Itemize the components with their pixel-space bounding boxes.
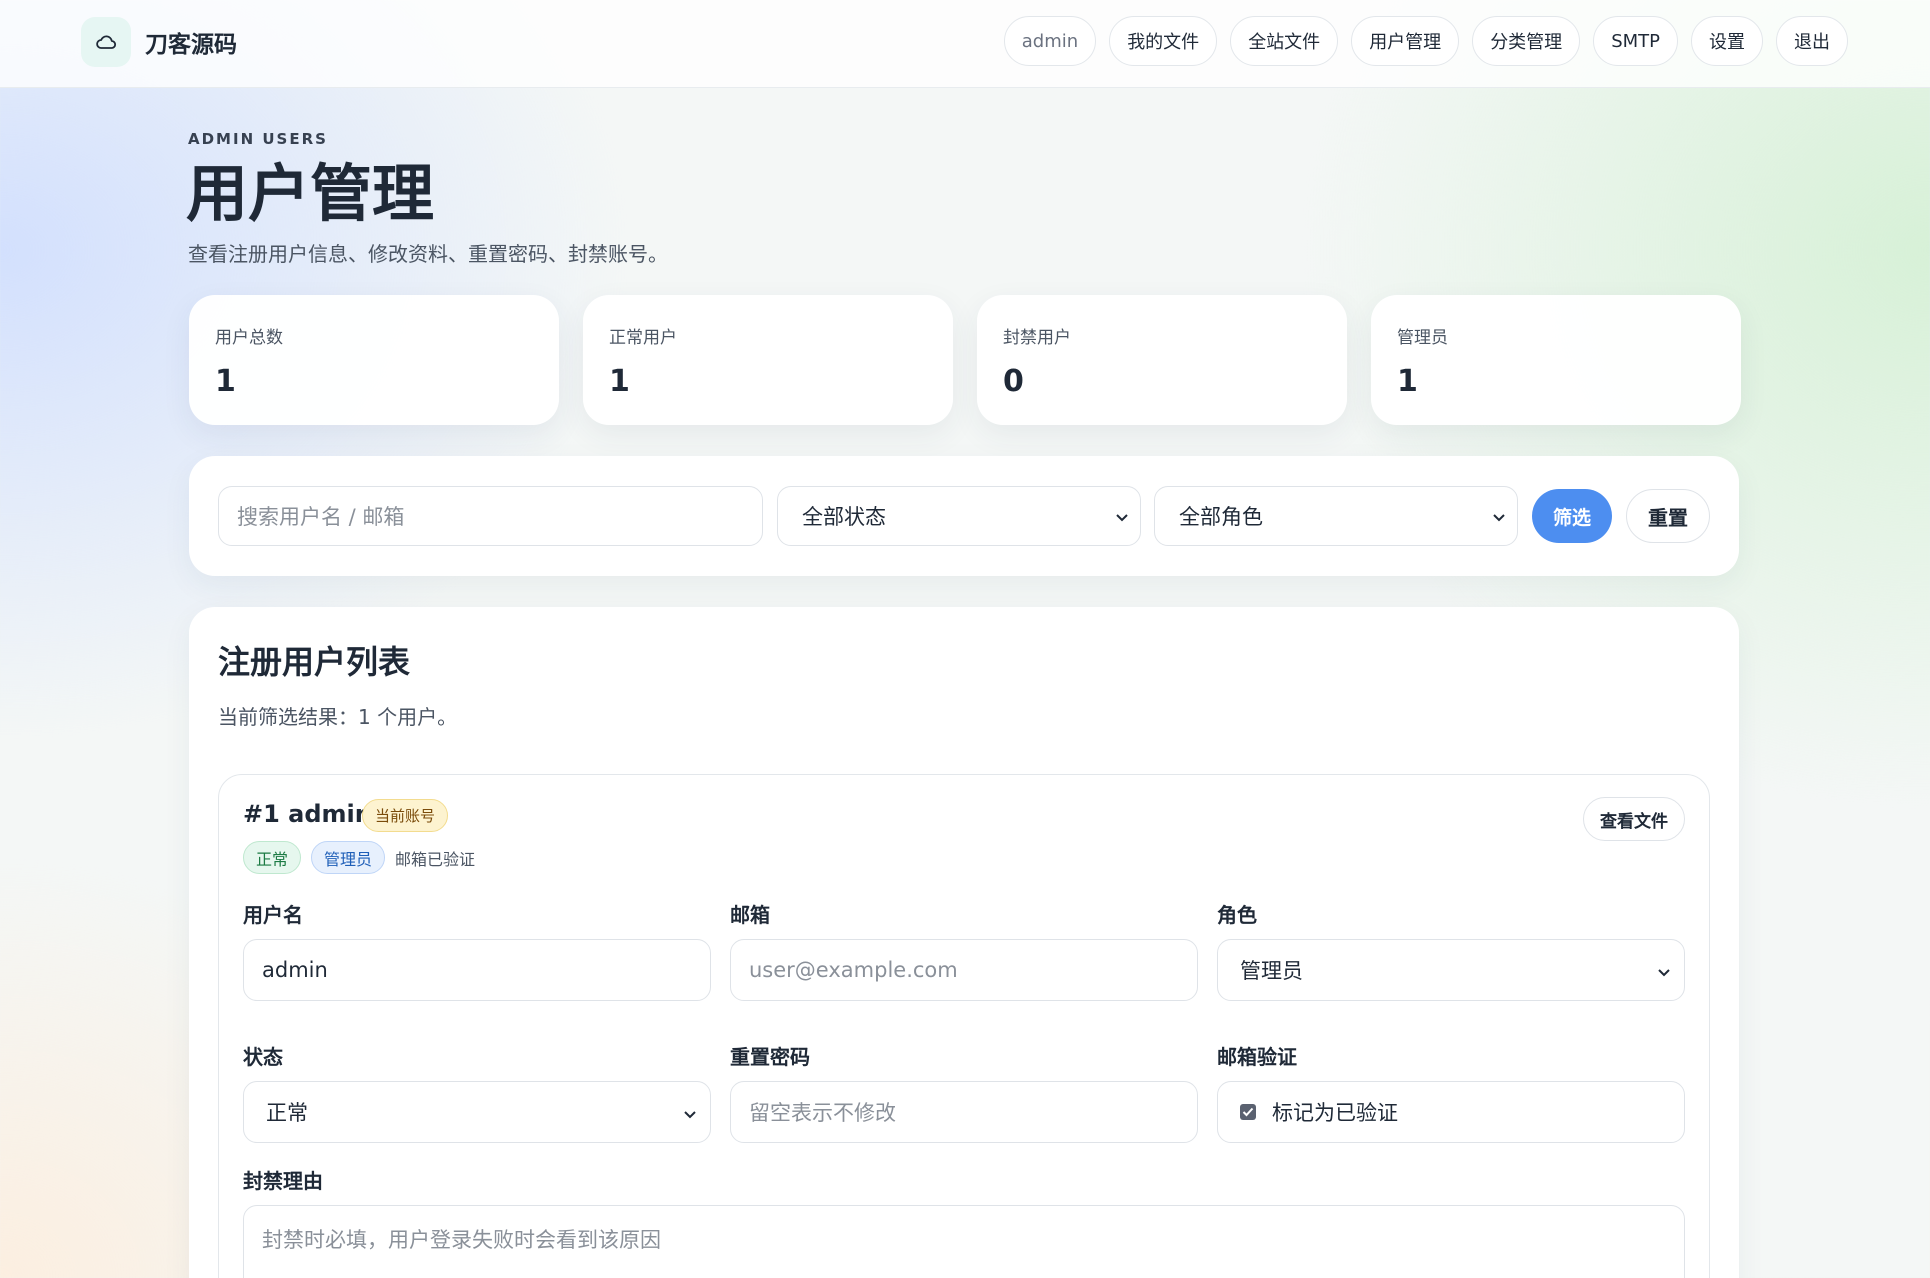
user-card-title: #1 admin [243, 800, 372, 828]
nav-all-files[interactable]: 全站文件 [1230, 16, 1339, 66]
current-account-badge: 当前账号 [362, 799, 449, 832]
list-summary: 当前筛选结果：1 个用户。 [218, 705, 458, 729]
list-title: 注册用户列表 [218, 643, 411, 681]
chevron-down-icon [1116, 507, 1128, 526]
stat-card-admins: 管理员 1 [1371, 295, 1741, 425]
search-input[interactable]: 搜索用户名 / 邮箱 [218, 486, 763, 546]
nav-my-files[interactable]: 我的文件 [1109, 16, 1218, 66]
role-filter-select[interactable]: 全部角色 [1154, 486, 1518, 546]
nav-smtp[interactable]: SMTP [1593, 16, 1678, 66]
role-label: 角色 [1217, 903, 1257, 927]
stat-label: 用户总数 [215, 328, 283, 348]
email-field[interactable]: user@example.com [730, 939, 1198, 1001]
status-label: 状态 [243, 1045, 283, 1069]
role-badge: 管理员 [311, 841, 386, 874]
chevron-down-icon [1658, 958, 1670, 982]
stat-card-total: 用户总数 1 [189, 295, 559, 425]
username-field[interactable]: admin [243, 939, 711, 1001]
chevron-down-icon [684, 1100, 696, 1124]
view-files-button[interactable]: 查看文件 [1583, 797, 1685, 841]
stat-card-banned: 封禁用户 0 [977, 295, 1347, 425]
stats-row: 用户总数 1 正常用户 1 封禁用户 0 管理员 1 [189, 295, 1741, 425]
stat-label: 正常用户 [609, 328, 677, 348]
status-badge: 正常 [243, 841, 302, 874]
nav-logout[interactable]: 退出 [1776, 16, 1848, 66]
nav-user-management[interactable]: 用户管理 [1351, 16, 1460, 66]
user-card: #1 admin 当前账号 正常 管理员 邮箱已验证 查看文件 用户名 admi… [218, 774, 1710, 1278]
reset-button[interactable]: 重置 [1626, 489, 1710, 543]
status-select-value: 正常 [266, 1101, 308, 1125]
cloud-icon [81, 17, 131, 67]
brand[interactable]: 刀客源码 [81, 16, 237, 68]
checkbox-checked-icon[interactable] [1240, 1104, 1256, 1120]
ban-reason-textarea[interactable]: 封禁时必填，用户登录失败时会看到该原因 [243, 1205, 1685, 1278]
page-subtitle: 查看注册用户信息、修改资料、重置密码、封禁账号。 [188, 242, 668, 266]
page-title: 用户管理 [186, 157, 435, 230]
email-verified-text: 邮箱已验证 [395, 849, 476, 869]
top-navbar: 刀客源码 admin 我的文件 全站文件 用户管理 分类管理 SMTP 设置 退… [0, 0, 1930, 88]
username-label: 用户名 [243, 903, 303, 927]
nav-category-management[interactable]: 分类管理 [1472, 16, 1581, 66]
verify-checkbox-label: 标记为已验证 [1272, 1101, 1398, 1125]
filter-bar: 搜索用户名 / 邮箱 全部状态 全部角色 筛选 重置 [189, 456, 1739, 576]
status-filter-select[interactable]: 全部状态 [777, 486, 1141, 546]
status-filter-value: 全部状态 [802, 505, 886, 529]
email-label: 邮箱 [730, 903, 770, 927]
reset-password-label: 重置密码 [730, 1045, 810, 1069]
stat-value: 1 [215, 364, 236, 399]
main-nav: admin 我的文件 全站文件 用户管理 分类管理 SMTP 设置 退出 [1003, 16, 1848, 66]
reset-password-field[interactable]: 留空表示不修改 [730, 1081, 1198, 1143]
stat-value: 0 [1003, 364, 1024, 399]
stat-value: 1 [1397, 364, 1418, 399]
nav-settings[interactable]: 设置 [1691, 16, 1763, 66]
email-verify-label: 邮箱验证 [1217, 1045, 1297, 1069]
page-eyebrow: ADMIN USERS [188, 130, 328, 148]
role-select[interactable]: 管理员 [1217, 939, 1685, 1001]
email-verify-box[interactable]: 标记为已验证 [1217, 1081, 1685, 1143]
filter-button[interactable]: 筛选 [1532, 489, 1612, 543]
role-filter-value: 全部角色 [1179, 505, 1263, 529]
chevron-down-icon [1493, 507, 1505, 526]
nav-user-admin[interactable]: admin [1003, 16, 1097, 66]
user-badges: 正常 管理员 邮箱已验证 [243, 841, 475, 874]
stat-label: 管理员 [1397, 328, 1448, 348]
status-select[interactable]: 正常 [243, 1081, 711, 1143]
stat-card-active: 正常用户 1 [583, 295, 953, 425]
stat-value: 1 [609, 364, 630, 399]
ban-reason-label: 封禁理由 [243, 1169, 323, 1193]
stat-label: 封禁用户 [1003, 328, 1071, 348]
role-select-value: 管理员 [1240, 959, 1303, 983]
brand-title: 刀客源码 [145, 32, 237, 58]
user-list-card: 注册用户列表 当前筛选结果：1 个用户。 #1 admin 当前账号 正常 管理… [189, 607, 1739, 1278]
